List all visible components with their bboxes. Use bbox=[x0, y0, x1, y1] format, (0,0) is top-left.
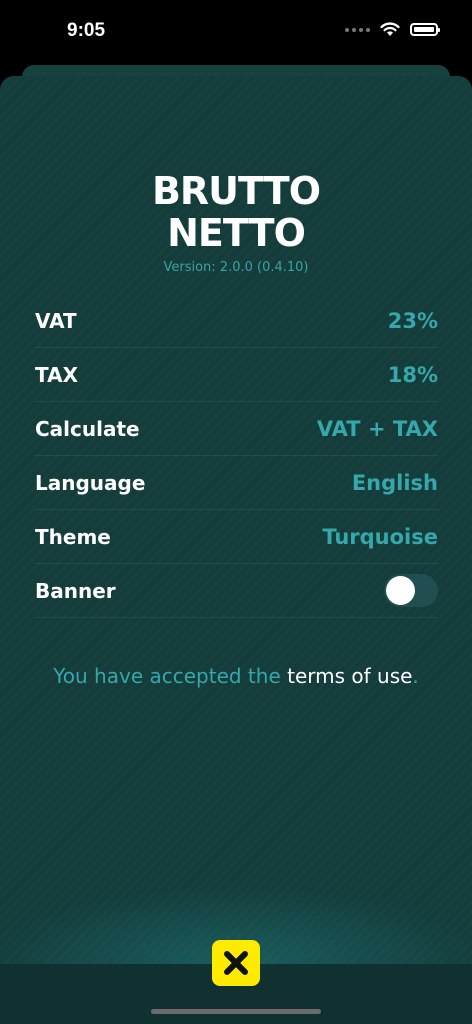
home-indicator[interactable] bbox=[151, 1009, 321, 1014]
wifi-icon bbox=[380, 22, 400, 36]
cellular-signal-icon bbox=[345, 27, 370, 32]
banner-toggle[interactable] bbox=[384, 574, 438, 607]
app-title: BRUTTO NETTO bbox=[0, 170, 472, 254]
toggle-knob bbox=[386, 576, 415, 605]
app-title-line1: BRUTTO bbox=[151, 169, 321, 213]
calculate-value[interactable]: VAT + TAX bbox=[317, 417, 438, 441]
status-bar: 9:05 bbox=[0, 0, 472, 60]
tax-value[interactable]: 18% bbox=[388, 363, 438, 387]
version-label: Version: 2.0.0 (0.4.10) bbox=[163, 260, 309, 275]
vat-label: VAT bbox=[35, 308, 77, 333]
calculate-label: Calculate bbox=[35, 416, 140, 441]
language-value[interactable]: English bbox=[352, 471, 438, 495]
banner-label: Banner bbox=[35, 578, 116, 603]
terms-text: You have accepted the terms of use. bbox=[0, 664, 472, 688]
settings-row-tax[interactable]: TAX 18% bbox=[35, 348, 438, 402]
terms-prefix: You have accepted the bbox=[53, 664, 288, 688]
language-label: Language bbox=[35, 470, 146, 495]
settings-row-calculate[interactable]: Calculate VAT + TAX bbox=[35, 402, 438, 456]
terms-of-use-link[interactable]: terms of use bbox=[287, 664, 412, 688]
close-button[interactable] bbox=[212, 940, 260, 986]
terms-suffix: . bbox=[412, 664, 419, 688]
close-icon bbox=[224, 951, 248, 975]
settings-row-language[interactable]: Language English bbox=[35, 456, 438, 510]
vat-value[interactable]: 23% bbox=[388, 309, 438, 333]
status-time: 9:05 bbox=[67, 20, 106, 41]
theme-label: Theme bbox=[35, 524, 111, 549]
theme-value[interactable]: Turquoise bbox=[322, 525, 438, 549]
tax-label: TAX bbox=[35, 362, 78, 387]
settings-list: VAT 23% TAX 18% Calculate VAT + TAX Lang… bbox=[35, 294, 438, 618]
settings-row-banner: Banner bbox=[35, 564, 438, 618]
battery-icon bbox=[410, 23, 440, 36]
app-title-line2: NETTO bbox=[167, 211, 306, 255]
status-icons bbox=[345, 22, 440, 37]
settings-row-vat[interactable]: VAT 23% bbox=[35, 294, 438, 348]
settings-row-theme[interactable]: Theme Turquoise bbox=[35, 510, 438, 564]
